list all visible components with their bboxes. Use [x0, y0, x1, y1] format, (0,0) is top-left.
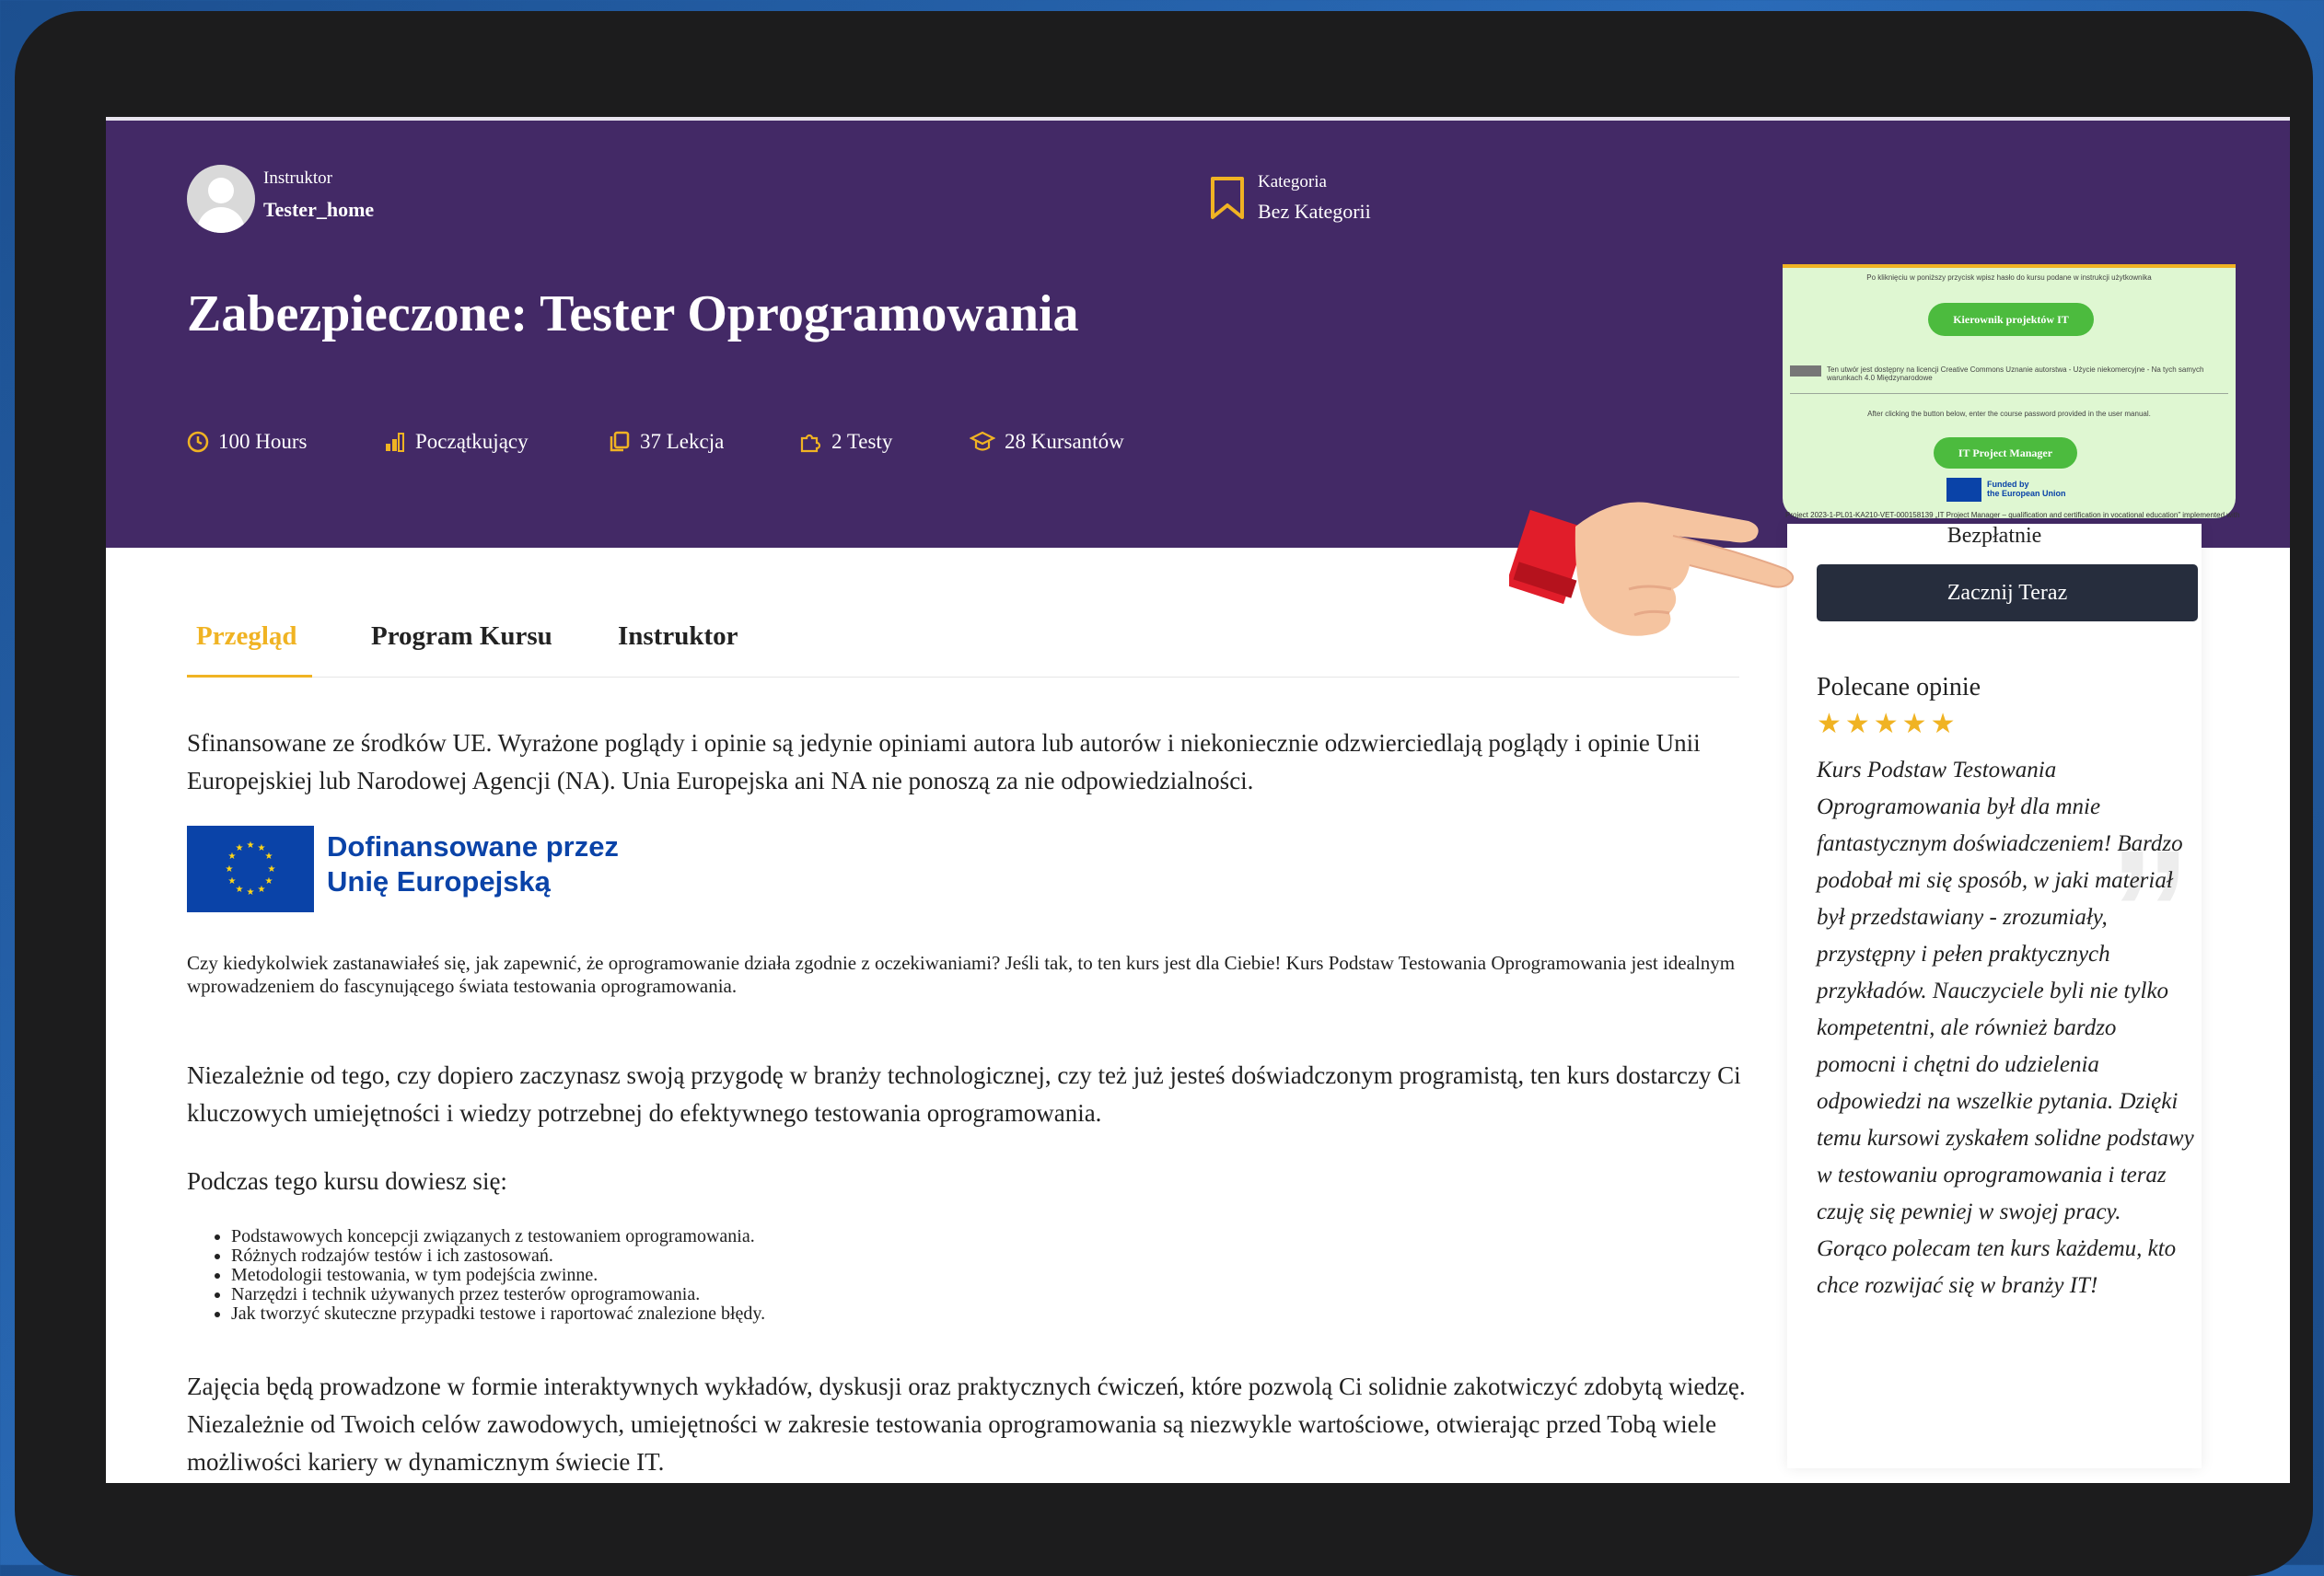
- course-tabs: Przegląd Program Kursu Instruktor: [187, 621, 1739, 678]
- reviews-title: Polecane opinie: [1817, 673, 1981, 701]
- stat-duration: 100 Hours: [187, 430, 307, 454]
- kierownik-projektow-button[interactable]: Kierownik projektów IT: [1928, 303, 2094, 336]
- intro-block: Czy kiedykolwiek zastanawiałeś się, jak …: [187, 952, 1752, 998]
- tab-instructor[interactable]: Instruktor: [618, 621, 738, 652]
- svg-text:★: ★: [236, 843, 244, 853]
- learn-list: Podstawowych koncepcji związanych z test…: [187, 1227, 1798, 1324]
- funded-line2: the European Union: [1987, 489, 2066, 498]
- start-now-button[interactable]: Zacznij Teraz: [1817, 564, 2198, 621]
- funded-line1: Funded by: [1987, 480, 2029, 489]
- eu-flag-icon: ★ ★★ ★★★ ★★★ ★★★: [187, 826, 314, 912]
- para3-block: Zajęcia będą prowadzone w formie interak…: [187, 1368, 1752, 1481]
- overview-content: Sfinansowane ze środków UE. Wyrażone pog…: [187, 724, 1771, 800]
- learn-heading-block: Podczas tego kursu dowiesz się:: [187, 1163, 1798, 1200]
- clock-icon: [187, 431, 209, 453]
- eu-logo-line2: Unię Europejską: [327, 865, 551, 898]
- category-label: Kategoria: [1258, 172, 1327, 191]
- instructor-avatar[interactable]: [187, 165, 255, 233]
- active-tab-indicator: [187, 675, 312, 678]
- level-bars-icon: [386, 433, 404, 452]
- tab-curriculum[interactable]: Program Kursu: [371, 621, 552, 652]
- svg-text:★: ★: [247, 887, 255, 898]
- eu-disclaimer: Sfinansowane ze środków UE. Wyrażone pog…: [187, 729, 1701, 794]
- svg-text:★: ★: [247, 840, 255, 851]
- list-item: Podstawowych koncepcji związanych z test…: [231, 1227, 1798, 1246]
- eu-logo-line1: Dofinansowane przez: [327, 830, 619, 863]
- browser-viewport: Instruktor Tester_home Kategoria Bez Kat…: [106, 117, 2290, 1483]
- list-item: Jak tworzyć skuteczne przypadki testowe …: [231, 1304, 1798, 1324]
- copy-lessons-icon: [610, 431, 630, 452]
- stat-level: Początkujący: [384, 430, 529, 454]
- course-access-popup: Po kliknięciu w poniższy przycisk wpisz …: [1783, 264, 2236, 518]
- course-title: Zabezpieczone: Tester Oprogramowania: [187, 285, 1079, 342]
- learn-list-block: Podstawowych koncepcji związanych z test…: [187, 1227, 1798, 1324]
- category-value[interactable]: Bez Kategorii: [1258, 200, 1371, 224]
- list-item: Narzędzi i technik używanych przez teste…: [231, 1285, 1798, 1304]
- project-note: Project 2023-1-PL01-KA210-VET-000158139 …: [1785, 511, 2240, 519]
- learn-heading: Podczas tego kursu dowiesz się:: [187, 1167, 507, 1195]
- it-project-manager-button[interactable]: IT Project Manager: [1934, 437, 2077, 469]
- review-text: Kurs Podstaw Testowania Oprogramowania b…: [1817, 758, 2194, 1298]
- svg-text:★: ★: [258, 885, 266, 895]
- list-item: Metodologii testowania, w tym podejścia …: [231, 1266, 1798, 1285]
- stat-students-text: 28 Kursantów: [1005, 430, 1124, 453]
- svg-text:★: ★: [228, 876, 237, 886]
- instructor-name[interactable]: Tester_home: [263, 198, 374, 222]
- popup-divider: [1790, 393, 2228, 394]
- format-paragraph: Zajęcia będą prowadzone w formie interak…: [187, 1373, 1746, 1476]
- pointing-hand-icon: [1509, 502, 1795, 636]
- bookmark-icon: [1211, 177, 1244, 219]
- career-paragraph: Niezależnie od tego, czy dopiero zaczyna…: [187, 1061, 1741, 1127]
- para2-block: Niezależnie od tego, czy dopiero zaczyna…: [187, 1057, 1789, 1132]
- stat-lessons: 37 Lekcja: [609, 430, 724, 454]
- svg-text:★: ★: [268, 864, 276, 875]
- intro-paragraph: Czy kiedykolwiek zastanawiałeś się, jak …: [187, 952, 1736, 997]
- stat-students: 28 Kursantów: [970, 430, 1124, 454]
- eu-cofunded-text: Dofinansowane przez Unię Europejską: [327, 829, 619, 899]
- license-note: Ten utwór jest dostępny na licencji Crea…: [1827, 365, 2204, 382]
- popup-en-note: After clicking the button below, enter t…: [1867, 410, 2151, 418]
- graduation-cap-icon: [970, 431, 995, 451]
- tab-overview[interactable]: Przegląd: [196, 621, 297, 652]
- svg-text:★: ★: [265, 852, 273, 862]
- svg-text:★: ★: [226, 864, 234, 875]
- puzzle-icon: [800, 434, 821, 453]
- stat-duration-text: 100 Hours: [218, 430, 308, 453]
- svg-text:★: ★: [265, 876, 273, 886]
- stat-lessons-text: 37 Lekcja: [640, 430, 725, 453]
- eu-flag-small-icon: [1946, 478, 1981, 502]
- stat-level-text: Początkujący: [415, 430, 529, 453]
- creative-commons-icon: [1790, 365, 1821, 377]
- tablet-frame: Instruktor Tester_home Kategoria Bez Kat…: [15, 11, 2313, 1576]
- popup-top-note: Po kliknięciu w poniższy przycisk wpisz …: [1866, 273, 2152, 282]
- stat-quizzes-text: 2 Testy: [831, 430, 893, 453]
- course-price: Bezpłatnie: [1946, 524, 2042, 548]
- list-item: Różnych rodzajów testów i ich zastosowań…: [231, 1246, 1798, 1266]
- stat-quizzes: 2 Testy: [798, 430, 892, 454]
- rating-stars: ★★★★★: [1817, 709, 1959, 739]
- funded-by-eu-label: Funded by the European Union: [1987, 480, 2066, 498]
- instructor-label: Instruktor: [263, 168, 332, 188]
- svg-text:★: ★: [236, 885, 244, 895]
